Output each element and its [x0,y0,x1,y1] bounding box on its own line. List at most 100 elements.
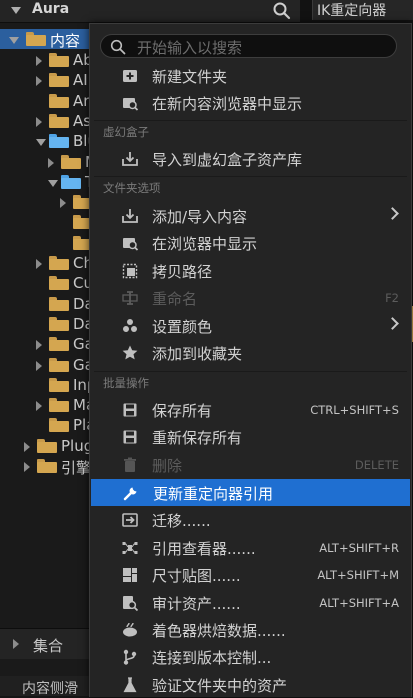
folder-icon [37,459,57,473]
menu-item-reference-viewer[interactable]: 引用查看器...... ALT+SHIFT+R [90,534,411,561]
folder-icon [37,438,57,453]
expand-arrow-icon[interactable] [24,462,30,472]
menu-item-add-favorite[interactable]: 添加到收藏夹 [90,339,411,366]
expand-arrow-icon[interactable] [36,340,42,351]
folder-icon [49,113,69,128]
menu-separator [94,371,407,372]
menu-item-show-in-new-browser[interactable]: 在新内容浏览器中显示 [90,89,411,116]
trash-icon [121,456,139,474]
menu-item-add-import[interactable]: 添加/导入内容 [90,202,411,229]
content-drawer-label: 内容侧滑 [22,681,78,697]
folder-search-icon [121,94,139,112]
menu-item-label: 验证文件夹中的资产 [152,677,288,695]
menu-item-shader-cook[interactable]: 着色器烘焙数据...... [90,616,411,643]
menu-item-label: 在新内容浏览器中显示 [152,95,303,113]
menu-item-migrate[interactable]: 迁移...... [90,506,411,533]
menu-item-label: 导入到虚幻盒子资产库 [152,151,303,169]
rename-icon [121,289,139,307]
folder-icon [49,53,69,67]
menu-item-size-map[interactable]: 尺寸贴图...... ALT+SHIFT+M [90,561,411,588]
folder-icon [49,398,69,413]
menu-section-header: 批量操作 [103,376,149,390]
expand-arrow-icon[interactable] [36,116,42,127]
expand-arrow-icon[interactable] [48,157,54,168]
menu-item-shortcut: ALT+SHIFT+R [319,541,399,555]
expand-arrow-icon[interactable] [13,639,19,649]
menu-item-label: 删除 [152,457,183,475]
tree-item-label: 内容 [50,32,81,50]
menu-item-new-folder[interactable]: 新建文件夹 [90,62,411,89]
folder-icon [49,316,69,331]
folder-icon [49,377,69,392]
menu-item-label: 拷贝路径 [152,263,213,281]
collapse-arrow-icon[interactable] [48,179,58,187]
wrench-icon [122,484,140,502]
menu-item-label: 连接到版本控制... [152,649,272,667]
expand-arrow-icon[interactable] [36,76,42,87]
collapse-arrow-icon[interactable] [36,139,46,147]
menu-item-label: 更新重定向器引用 [153,485,274,503]
shader-icon [121,621,139,639]
folder-icon [49,276,69,291]
menu-item-show-in-explorer[interactable]: 在浏览器中显示 [90,229,411,256]
tree-header[interactable]: Aura [0,0,300,23]
menu-search-input[interactable]: 开始输入以搜索 [100,34,397,58]
palette-icon [121,317,139,335]
tree-item-label: AI [73,71,88,90]
folder-context-menu: 开始输入以搜索 虚幻盒子 文件夹选项 批量操作 新建文件夹 在新内容浏览器中显示 导入到虚… [89,23,412,697]
folder-icon [49,357,69,372]
submenu-arrow-icon [386,207,399,220]
migrate-icon [121,511,139,529]
expand-arrow-icon[interactable] [36,401,42,412]
menu-item-label: 着色器烘焙数据...... [152,622,286,640]
menu-item-validate-assets[interactable]: 验证文件夹中的资产 [90,671,411,698]
menu-item-fix-redirectors[interactable]: 更新重定向器引用 [91,479,410,506]
tab-ik-retargeter[interactable]: IK重定向器 [312,0,413,20]
import-box-icon [121,150,139,168]
expand-arrow-icon[interactable] [9,37,19,44]
menu-item-label: 迁移...... [152,512,211,530]
menu-item-label: 保存所有 [152,402,213,420]
menu-item-label: 尺寸贴图...... [152,567,241,585]
project-title: Aura [32,1,70,17]
folder-icon [49,418,69,433]
menu-item-label: 重命名 [152,290,198,308]
size-map-icon [121,566,139,584]
menu-item-resave-all[interactable]: 重新保存所有 [90,423,411,450]
tab-label: IK重定向器 [317,3,387,19]
folder-icon [49,73,69,88]
menu-item-label: 设置颜色 [152,318,213,336]
expand-arrow-icon[interactable] [60,198,66,209]
folder-icon [61,154,81,169]
new-folder-icon [121,67,139,85]
expand-arrow-icon[interactable] [36,56,42,66]
menu-item-delete[interactable]: 删除 DELETE [90,451,411,478]
menu-item-copy-path[interactable]: 拷贝路径 [90,257,411,284]
collapse-caret-icon[interactable] [11,7,21,14]
menu-item-audit-assets[interactable]: 审计资产...... ALT+SHIFT+A [90,589,411,616]
folder-open-icon [61,174,81,189]
menu-item-set-color[interactable]: 设置颜色 [90,312,411,339]
menu-item-label: 新建文件夹 [152,68,228,86]
tree-item-label: 引擎 [61,459,92,477]
folder-icon [49,337,69,352]
menu-item-rename[interactable]: 重命名 F2 [90,284,411,311]
import-icon [121,207,139,225]
flask-icon [121,676,139,694]
menu-item-label: 添加到收藏夹 [152,345,243,363]
menu-item-connect-source-control[interactable]: 连接到版本控制... [90,643,411,670]
menu-item-import-to-fab[interactable]: 导入到虚幻盒子资产库 [90,145,411,172]
copy-path-icon [121,262,139,280]
expand-arrow-icon[interactable] [36,259,42,269]
folder-search-icon [121,234,139,252]
search-placeholder: 开始输入以搜索 [137,39,243,57]
search-icon[interactable] [272,1,292,25]
menu-item-shortcut: CTRL+SHIFT+S [310,403,399,417]
branch-icon [121,648,139,666]
expand-arrow-icon[interactable] [24,441,30,452]
folder-open-icon [49,134,69,149]
menu-item-label: 在浏览器中显示 [152,235,258,253]
expand-arrow-icon[interactable] [36,360,42,371]
menu-item-save-all[interactable]: 保存所有 CTRL+SHIFT+S [90,396,411,423]
menu-item-shortcut: DELETE [354,458,399,472]
